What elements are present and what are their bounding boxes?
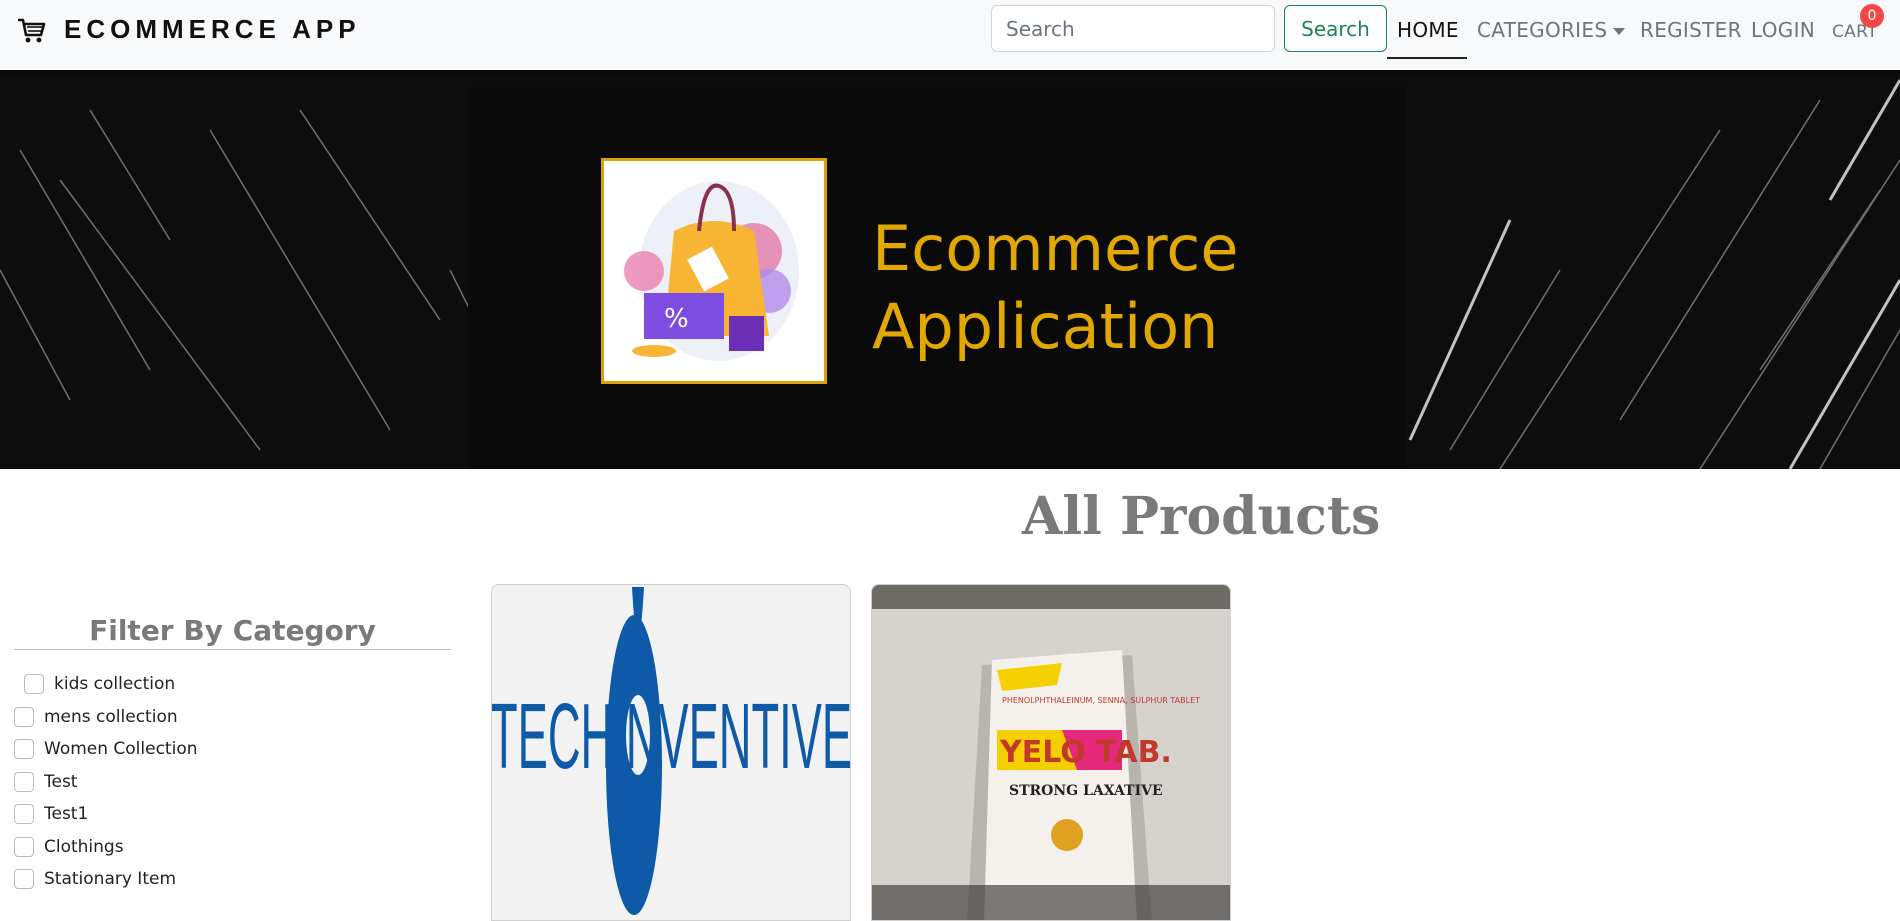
category-filter-item[interactable]: Test1 xyxy=(14,798,198,831)
category-filter-item[interactable]: Test xyxy=(14,766,198,799)
category-label: Test xyxy=(44,771,78,792)
product-image: TECHINVENTIVE xyxy=(492,587,851,915)
category-filter-list: kids collection mens collection Women Co… xyxy=(14,668,198,896)
nav-categories-label: CATEGORIES xyxy=(1477,18,1608,42)
hero-banner: % Ecommerce Application xyxy=(0,70,1900,469)
nav-categories-dropdown[interactable]: CATEGORIES xyxy=(1477,18,1626,42)
category-label: Women Collection xyxy=(44,739,198,760)
active-link-underline xyxy=(1387,57,1467,59)
checkbox[interactable] xyxy=(14,771,34,792)
nav-login-link[interactable]: LOGIN xyxy=(1751,18,1815,42)
checkbox[interactable] xyxy=(14,804,34,825)
product-card[interactable]: TECHINVENTIVE xyxy=(491,584,851,921)
filter-title: Filter By Category xyxy=(89,614,376,647)
search-input[interactable] xyxy=(991,5,1275,52)
category-filter-item[interactable]: Stationary Item xyxy=(14,863,198,896)
category-filter-item[interactable]: Clothings xyxy=(14,831,198,864)
category-label: kids collection xyxy=(54,674,176,695)
category-label: Stationary Item xyxy=(44,869,177,890)
category-label: Test1 xyxy=(44,804,89,825)
search-button[interactable]: Search xyxy=(1284,5,1387,52)
checkbox[interactable] xyxy=(14,706,34,727)
chevron-down-icon xyxy=(1613,28,1626,35)
page-title: All Products xyxy=(1022,486,1381,547)
product-image-text: TECHINVENTIVE xyxy=(492,684,851,788)
category-filter-item[interactable]: mens collection xyxy=(14,701,198,734)
checkbox[interactable] xyxy=(14,836,34,857)
category-label: mens collection xyxy=(44,706,178,727)
filter-divider xyxy=(14,649,451,650)
category-label: Clothings xyxy=(44,836,124,857)
checkbox[interactable] xyxy=(14,869,34,890)
brand-link[interactable]: ECOMMERCE APP xyxy=(16,14,361,45)
banner-title-line-2: Application xyxy=(872,290,1219,363)
banner-title: Ecommerce Application xyxy=(872,210,1239,366)
product-image: PHENOLPHTHALEINUM, SENNA, SULPHUR TABLET… xyxy=(872,585,1230,920)
banner-title-line-1: Ecommerce xyxy=(872,212,1239,285)
svg-text:%: % xyxy=(664,304,689,334)
brand-title: ECOMMERCE APP xyxy=(64,14,361,44)
product-card[interactable]: PHENOLPHTHALEINUM, SENNA, SULPHUR TABLET… xyxy=(871,584,1231,921)
shopping-cart-icon xyxy=(18,18,46,42)
navbar: ECOMMERCE APP Search HOME CATEGORIES REG… xyxy=(0,0,1900,70)
cart-count-badge: 0 xyxy=(1860,4,1884,28)
category-filter-item[interactable]: Women Collection xyxy=(14,733,198,766)
product-image-text: YELO TAB. xyxy=(999,735,1172,770)
checkbox[interactable] xyxy=(24,674,44,695)
shopping-bag-logo: % xyxy=(601,158,827,384)
product-image-text: PHENOLPHTHALEINUM, SENNA, SULPHUR TABLET xyxy=(1002,696,1200,705)
nav-home-link[interactable]: HOME xyxy=(1397,18,1459,42)
checkbox[interactable] xyxy=(14,739,34,760)
product-image-text: STRONG LAXATIVE xyxy=(1009,783,1163,799)
nav-register-link[interactable]: REGISTER xyxy=(1640,18,1742,42)
category-filter-item[interactable]: kids collection xyxy=(14,668,198,701)
